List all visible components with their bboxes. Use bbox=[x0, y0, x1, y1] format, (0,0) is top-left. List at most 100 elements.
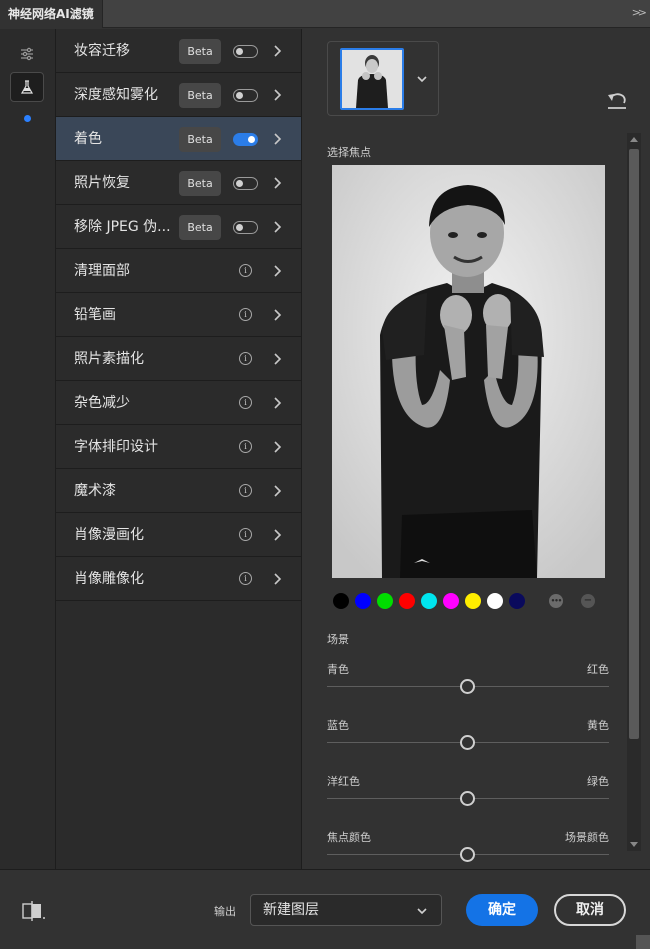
resize-handle[interactable] bbox=[636, 935, 650, 949]
scrollbar-thumb[interactable] bbox=[629, 149, 639, 739]
filter-row[interactable]: 清理面部 i bbox=[56, 249, 301, 293]
chevron-right-icon[interactable] bbox=[270, 440, 284, 454]
color-swatch[interactable] bbox=[399, 593, 415, 609]
chevron-right-icon[interactable] bbox=[270, 528, 284, 542]
chevron-right-icon[interactable] bbox=[270, 308, 284, 322]
filter-toggle[interactable] bbox=[233, 45, 258, 58]
chevron-right-icon[interactable] bbox=[270, 88, 284, 102]
filter-row[interactable]: 照片恢复 Beta bbox=[56, 161, 301, 205]
slider-handle[interactable] bbox=[460, 735, 475, 750]
chevron-right-icon[interactable] bbox=[270, 132, 284, 146]
filter-toggle[interactable] bbox=[233, 221, 258, 234]
chevron-right-icon[interactable] bbox=[270, 176, 284, 190]
scene-label: 场景 bbox=[327, 633, 349, 646]
remove-color-icon[interactable]: − bbox=[581, 594, 595, 608]
ok-button[interactable]: 确定 bbox=[466, 894, 538, 926]
info-icon[interactable]: i bbox=[239, 396, 252, 409]
color-swatch[interactable] bbox=[377, 593, 393, 609]
slider-right-label: 红色 bbox=[587, 663, 609, 676]
filter-label: 照片素描化 bbox=[74, 351, 144, 367]
slider-handle[interactable] bbox=[460, 791, 475, 806]
slider-right-label: 绿色 bbox=[587, 775, 609, 788]
scroll-down-icon[interactable] bbox=[630, 842, 638, 847]
info-icon[interactable]: i bbox=[239, 308, 252, 321]
cancel-button[interactable]: 取消 bbox=[554, 894, 626, 926]
info-icon[interactable]: i bbox=[239, 352, 252, 365]
filter-label: 清理面部 bbox=[74, 263, 130, 279]
filter-row[interactable]: 移除 JPEG 伪... Beta bbox=[56, 205, 301, 249]
filter-row[interactable]: 妆容迁移 Beta bbox=[56, 29, 301, 73]
info-icon[interactable]: i bbox=[239, 440, 252, 453]
filter-label: 照片恢复 bbox=[74, 175, 130, 191]
chevron-right-icon[interactable] bbox=[270, 44, 284, 58]
filter-row[interactable]: 肖像雕像化 i bbox=[56, 557, 301, 601]
filter-list: 妆容迁移 Beta 深度感知雾化 Beta 着色 Beta 照片恢复 Beta 移除 JPEG … bbox=[56, 29, 302, 869]
output-select-value: 新建图层 bbox=[263, 902, 319, 918]
beta-badge: Beta bbox=[179, 83, 221, 108]
compare-split-icon[interactable] bbox=[22, 901, 46, 921]
chevron-right-icon[interactable] bbox=[270, 220, 284, 234]
color-swatch[interactable] bbox=[487, 593, 503, 609]
color-swatches: ••• − bbox=[333, 591, 623, 609]
color-swatch[interactable] bbox=[509, 593, 525, 609]
image-thumbnail-picker[interactable] bbox=[327, 41, 439, 116]
scrollbar[interactable] bbox=[627, 133, 641, 851]
chevron-right-icon[interactable] bbox=[270, 484, 284, 498]
reset-icon[interactable] bbox=[606, 91, 628, 111]
toggle-knob bbox=[248, 136, 255, 143]
title-bar: 神经网络AI滤镜 >> bbox=[0, 0, 650, 28]
color-swatch[interactable] bbox=[465, 593, 481, 609]
filter-label: 深度感知雾化 bbox=[74, 87, 158, 103]
filter-row[interactable]: 照片素描化 i bbox=[56, 337, 301, 381]
filter-toggle[interactable] bbox=[233, 133, 258, 146]
scroll-up-icon[interactable] bbox=[630, 137, 638, 142]
chevron-right-icon[interactable] bbox=[270, 396, 284, 410]
sliders-icon[interactable] bbox=[10, 39, 44, 69]
color-swatch[interactable] bbox=[421, 593, 437, 609]
beta-badge: Beta bbox=[179, 215, 221, 240]
chevron-right-icon[interactable] bbox=[270, 352, 284, 366]
slider-left-label: 青色 bbox=[327, 663, 349, 676]
image-preview[interactable] bbox=[332, 165, 605, 578]
flask-icon[interactable] bbox=[10, 72, 44, 102]
output-select[interactable]: 新建图层 bbox=[250, 894, 442, 926]
filter-row[interactable]: 铅笔画 i bbox=[56, 293, 301, 337]
toggle-knob bbox=[236, 48, 243, 55]
filter-label: 移除 JPEG 伪... bbox=[74, 219, 171, 235]
info-icon[interactable]: i bbox=[239, 572, 252, 585]
beta-badge: Beta bbox=[179, 39, 221, 64]
info-icon[interactable]: i bbox=[239, 264, 252, 277]
mode-sidebar bbox=[0, 29, 56, 869]
info-icon[interactable]: i bbox=[239, 484, 252, 497]
slider-handle[interactable] bbox=[460, 847, 475, 862]
filter-row[interactable]: 着色 Beta bbox=[56, 117, 301, 161]
filter-row[interactable]: 字体排印设计 i bbox=[56, 425, 301, 469]
filter-row[interactable]: 杂色减少 i bbox=[56, 381, 301, 425]
filter-label: 杂色减少 bbox=[74, 395, 130, 411]
filter-row[interactable]: 深度感知雾化 Beta bbox=[56, 73, 301, 117]
filter-row[interactable]: 肖像漫画化 i bbox=[56, 513, 301, 557]
chevron-right-icon[interactable] bbox=[270, 572, 284, 586]
toggle-knob bbox=[236, 180, 243, 187]
info-icon[interactable]: i bbox=[239, 528, 252, 541]
filter-toggle[interactable] bbox=[233, 177, 258, 190]
slider-left-label: 洋红色 bbox=[327, 775, 360, 788]
chevron-right-icon[interactable] bbox=[270, 264, 284, 278]
footer-bar: 输出 新建图层 确定 取消 bbox=[0, 869, 650, 949]
filter-row[interactable]: 魔术漆 i bbox=[56, 469, 301, 513]
chevron-down-icon[interactable] bbox=[415, 72, 429, 86]
collapse-panel-icon[interactable]: >> bbox=[632, 6, 648, 19]
color-swatch[interactable] bbox=[443, 593, 459, 609]
panel-tab[interactable]: 神经网络AI滤镜 bbox=[0, 0, 103, 28]
color-swatch[interactable] bbox=[355, 593, 371, 609]
image-thumbnail[interactable] bbox=[340, 48, 404, 110]
filter-toggle[interactable] bbox=[233, 89, 258, 102]
filter-settings-panel: 选择焦点 ••• − 场景 青色 红色 蓝色 黄色 洋红色 绿色 焦点颜色 场景… bbox=[303, 29, 650, 869]
beta-badge: Beta bbox=[179, 171, 221, 196]
slider-handle[interactable] bbox=[460, 679, 475, 694]
slider-right-label: 场景颜色 bbox=[565, 831, 609, 844]
output-label: 输出 bbox=[214, 905, 236, 918]
more-colors-icon[interactable]: ••• bbox=[549, 594, 563, 608]
color-swatch[interactable] bbox=[333, 593, 349, 609]
toggle-knob bbox=[236, 92, 243, 99]
